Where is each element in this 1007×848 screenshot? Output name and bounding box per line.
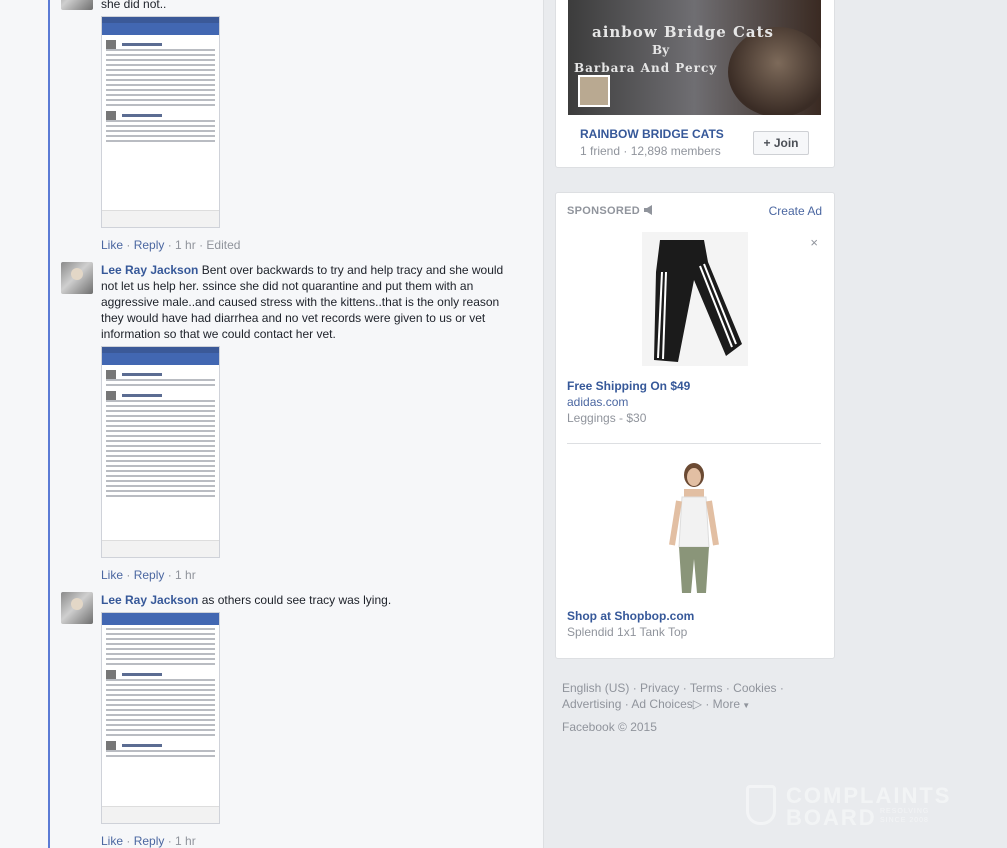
banner-title: ainbow Bridge Cats: [591, 23, 774, 41]
ad-image-tank-top[interactable]: [654, 461, 738, 595]
close-icon[interactable]: ×: [810, 235, 818, 250]
ad-domain[interactable]: adidas.com: [567, 395, 628, 409]
ad-image-leggings[interactable]: [642, 232, 748, 366]
leggings-icon: [642, 232, 748, 366]
shield-icon: [746, 785, 776, 825]
footer-link-ad-choices[interactable]: Ad Choices: [631, 697, 692, 711]
avatar[interactable]: [61, 592, 93, 624]
create-ad-link[interactable]: Create Ad: [769, 204, 822, 218]
comment-actions: Like · Reply · 1 hr · Edited: [101, 238, 241, 252]
join-group-button[interactable]: + Join: [753, 131, 809, 155]
comment-text-partial: she did not..: [101, 0, 167, 11]
model-icon: [669, 463, 719, 593]
comment-author-link[interactable]: Lee Ray Jackson: [101, 593, 198, 607]
sponsored-ads-card: SPONSORED Create Ad × Free Shipping On $…: [555, 192, 835, 659]
comment-body: Lee Ray Jackson as others could see trac…: [101, 592, 511, 608]
comment-feed: she did not.. Like · Reply · 1 hr · Edit…: [0, 0, 544, 848]
comment-time[interactable]: 1 hr: [175, 568, 196, 582]
ad-title[interactable]: Shop at Shopbop.com: [567, 609, 694, 623]
watermark-line2: BOARD: [786, 805, 877, 830]
ad-description: Leggings - $30: [567, 411, 647, 425]
caret-down-icon: ▼: [740, 701, 751, 710]
comment-screenshot-image[interactable]: [101, 346, 220, 558]
reply-link[interactable]: Reply: [134, 568, 165, 582]
footer-link-more[interactable]: More: [713, 697, 740, 711]
footer-link-cookies[interactable]: Cookies: [733, 681, 776, 695]
complaints-board-watermark: COMPLAINTS BOARD RESOLVING SINCE 2008: [746, 783, 961, 830]
footer-link-language[interactable]: English (US): [562, 681, 629, 695]
comment-author-link[interactable]: Lee Ray Jackson: [101, 263, 198, 277]
watermark-tagline: RESOLVING SINCE 2008: [880, 807, 929, 825]
ad-separator: [567, 443, 821, 444]
group-name-link[interactable]: RAINBOW BRIDGE CATS: [580, 127, 724, 141]
like-link[interactable]: Like: [101, 834, 123, 848]
comment-actions: Like · Reply · 1 hr: [101, 568, 196, 582]
group-cover-image[interactable]: ainbow Bridge Cats By Barbara And Percy: [568, 0, 821, 115]
reply-thread-line: [48, 0, 50, 848]
watermark-tag1: RESOLVING: [880, 808, 930, 815]
comment-time[interactable]: 1 hr: [175, 834, 196, 848]
reply-link[interactable]: Reply: [134, 834, 165, 848]
banner-authors: Barbara And Percy: [574, 61, 718, 75]
like-link[interactable]: Like: [101, 238, 123, 252]
comment-screenshot-image[interactable]: [101, 612, 220, 824]
megaphone-icon: [644, 205, 653, 215]
sponsored-label: SPONSORED: [567, 205, 640, 217]
banner-by: By: [652, 43, 670, 57]
reply-link[interactable]: Reply: [134, 238, 165, 252]
ad-description: Splendid 1x1 Tank Top: [567, 625, 688, 639]
comment-screenshot-image[interactable]: [101, 16, 220, 228]
avatar[interactable]: [61, 262, 93, 294]
edited-label[interactable]: Edited: [206, 238, 240, 252]
like-link[interactable]: Like: [101, 568, 123, 582]
ad-title[interactable]: Free Shipping On $49: [567, 379, 690, 393]
comment-time[interactable]: 1 hr: [175, 238, 196, 252]
comment-text: as others could see tracy was lying.: [201, 593, 392, 607]
page-footer: English (US) · Privacy · Terms · Cookies…: [562, 680, 802, 735]
avatar[interactable]: [61, 0, 93, 10]
sponsored-header: SPONSORED: [567, 205, 655, 217]
join-label: Join: [773, 136, 799, 150]
comment-body: Lee Ray Jackson Bent over backwards to t…: [101, 262, 511, 342]
comment-actions: Like · Reply · 1 hr: [101, 834, 196, 848]
ad-choices-icon: ▷: [692, 697, 702, 711]
footer-link-terms[interactable]: Terms: [690, 681, 723, 695]
footer-link-advertising[interactable]: Advertising: [562, 697, 621, 711]
comment: Lee Ray Jackson Bent over backwards to t…: [61, 262, 511, 342]
watermark-tag2: SINCE 2008: [880, 817, 929, 824]
footer-link-privacy[interactable]: Privacy: [640, 681, 679, 695]
copyright: Facebook © 2015: [562, 720, 657, 734]
group-thumbnail: [578, 75, 610, 107]
plus-icon: +: [763, 136, 771, 150]
group-suggestion-card: ainbow Bridge Cats By Barbara And Percy …: [555, 0, 835, 168]
group-member-count: 1 friend · 12,898 members: [580, 144, 721, 158]
